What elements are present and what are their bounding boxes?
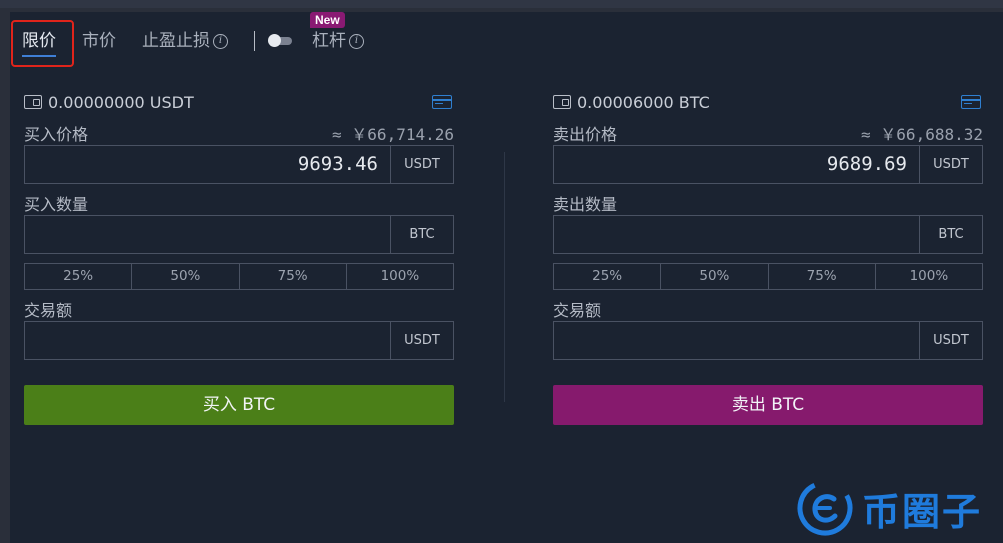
buy-balance: 0.00000000 USDT xyxy=(48,92,194,112)
wallet-icon xyxy=(553,95,571,109)
sell-total-input[interactable]: USDT xyxy=(553,321,983,360)
buy-form: 0.00000000 USDT 买入价格 ≈ ￥66,714.26 9693.4… xyxy=(24,90,454,425)
buy-percent-75[interactable]: 75% xyxy=(238,264,346,289)
tab-stop-limit-label: 止盈止损 xyxy=(142,31,210,51)
deposit-card-icon[interactable] xyxy=(432,95,452,109)
buy-amount-label: 买入数量 xyxy=(24,195,89,214)
tab-limit[interactable]: 限价 xyxy=(22,26,56,57)
tab-market-label: 市价 xyxy=(82,31,116,51)
sell-balance: 0.00006000 BTC xyxy=(577,92,710,112)
buy-total-label: 交易额 xyxy=(24,301,73,320)
tab-stop-limit[interactable]: 止盈止损 i xyxy=(142,26,228,56)
buy-amount-input[interactable]: BTC xyxy=(24,215,454,254)
buy-price-label-row: 买入价格 ≈ ￥66,714.26 xyxy=(24,121,454,145)
info-icon[interactable]: i xyxy=(349,33,364,49)
tab-separator xyxy=(254,31,255,51)
leverage-toggle[interactable] xyxy=(268,34,292,47)
sell-balance-row: 0.00006000 BTC xyxy=(553,90,983,114)
buy-total-input[interactable]: USDT xyxy=(24,321,454,360)
sell-amount-value[interactable] xyxy=(554,216,919,253)
sell-percent-100[interactable]: 100% xyxy=(874,264,982,289)
sell-total-unit: USDT xyxy=(919,322,982,359)
sell-amount-input[interactable]: BTC xyxy=(553,215,983,254)
buy-amount-label-row: 买入数量 xyxy=(24,191,454,215)
buy-price-input[interactable]: 9693.46 USDT xyxy=(24,145,454,184)
buy-price-approx: ≈ ￥66,714.26 xyxy=(332,125,454,144)
buy-balance-row: 0.00000000 USDT xyxy=(24,90,454,114)
deposit-card-icon[interactable] xyxy=(961,95,981,109)
tab-limit-label: 限价 xyxy=(22,31,56,51)
order-type-tabs: 限价 市价 止盈止损 i 杠杆 i xyxy=(22,26,390,57)
window-top-bar xyxy=(0,0,1003,8)
sell-price-input[interactable]: 9689.69 USDT xyxy=(553,145,983,184)
sell-total-value[interactable] xyxy=(554,322,919,359)
trade-panel: 限价 市价 止盈止损 i 杠杆 i New 0.00000000 USDT 买入价格… xyxy=(10,12,1003,543)
sell-form: 0.00006000 BTC 卖出价格 ≈ ￥66,688.32 9689.69… xyxy=(553,90,983,425)
sell-percent-25[interactable]: 25% xyxy=(554,264,660,289)
sell-amount-label: 卖出数量 xyxy=(553,195,618,214)
watermark-logo: 币圈子 xyxy=(796,478,982,538)
sell-percent-75[interactable]: 75% xyxy=(767,264,875,289)
buy-price-unit: USDT xyxy=(390,146,453,183)
coin-logo-icon xyxy=(797,480,853,536)
buy-percent-25[interactable]: 25% xyxy=(25,264,131,289)
sell-price-unit: USDT xyxy=(919,146,982,183)
new-badge: New xyxy=(310,12,345,28)
buy-price-value[interactable]: 9693.46 xyxy=(25,146,390,183)
buy-total-unit: USDT xyxy=(390,322,453,359)
buy-percent-50[interactable]: 50% xyxy=(131,264,238,289)
sell-amount-unit: BTC xyxy=(919,216,982,253)
sell-total-label: 交易额 xyxy=(553,301,602,320)
buy-btc-button[interactable]: 买入 BTC xyxy=(24,385,454,425)
sell-price-label-row: 卖出价格 ≈ ￥66,688.32 xyxy=(553,121,983,145)
sell-percent-50[interactable]: 50% xyxy=(660,264,767,289)
buy-amount-value[interactable] xyxy=(25,216,390,253)
info-icon[interactable]: i xyxy=(213,33,228,49)
column-divider xyxy=(504,152,505,402)
tab-leverage-label: 杠杆 xyxy=(312,31,346,51)
sell-amount-label-row: 卖出数量 xyxy=(553,191,983,215)
watermark-text: 币圈子 xyxy=(862,489,983,534)
sell-price-value[interactable]: 9689.69 xyxy=(554,146,919,183)
buy-price-label: 买入价格 xyxy=(24,125,89,144)
buy-percent-100[interactable]: 100% xyxy=(345,264,453,289)
buy-percent-selector: 25% 50% 75% 100% xyxy=(24,263,454,290)
sell-price-approx: ≈ ￥66,688.32 xyxy=(861,125,983,144)
buy-total-value[interactable] xyxy=(25,322,390,359)
sell-total-label-row: 交易额 xyxy=(553,297,983,321)
sell-price-label: 卖出价格 xyxy=(553,125,618,144)
tab-market[interactable]: 市价 xyxy=(82,26,116,56)
sell-btc-button[interactable]: 卖出 BTC xyxy=(553,385,983,425)
buy-total-label-row: 交易额 xyxy=(24,297,454,321)
buy-amount-unit: BTC xyxy=(390,216,453,253)
sell-percent-selector: 25% 50% 75% 100% xyxy=(553,263,983,290)
tab-leverage[interactable]: 杠杆 i xyxy=(312,26,364,56)
wallet-icon xyxy=(24,95,42,109)
